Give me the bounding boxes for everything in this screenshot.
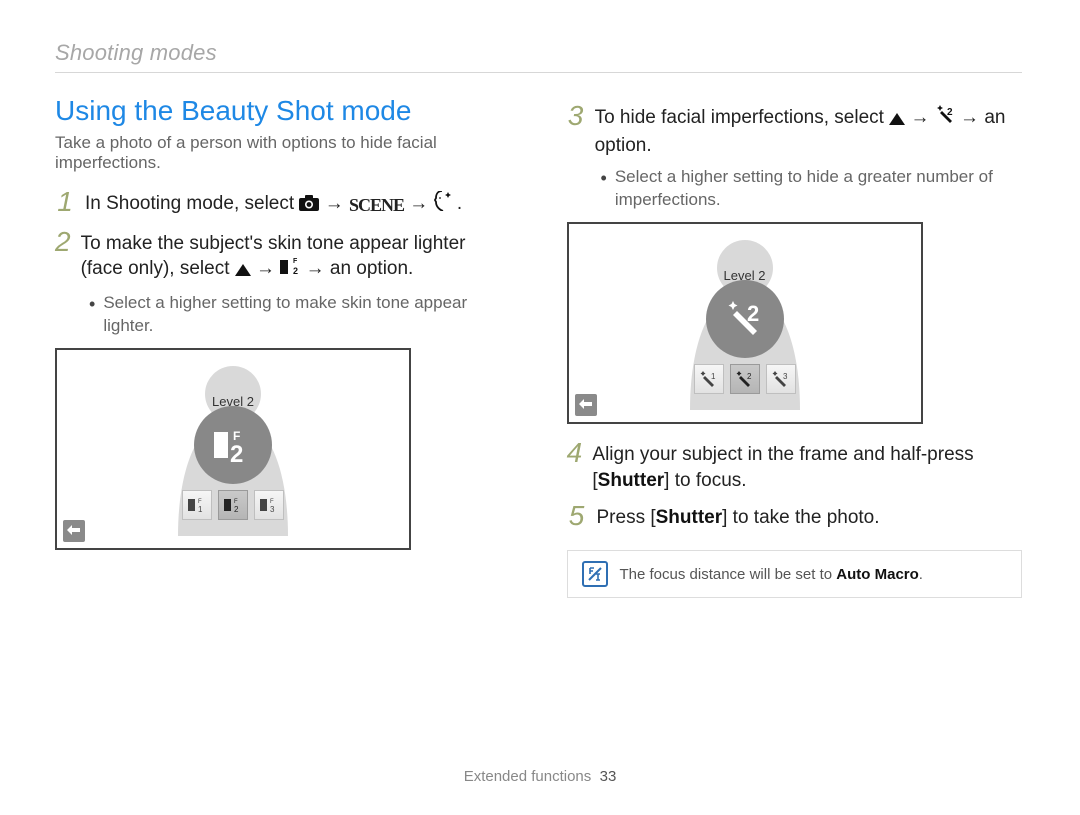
- step-4: 4 Align your subject in the frame and ha…: [567, 438, 1023, 493]
- scene-icon: SCENE: [349, 193, 404, 217]
- option-row: 1 2 3: [694, 364, 796, 394]
- step-number: 4: [567, 438, 583, 493]
- text: ] to focus.: [664, 470, 746, 491]
- step-number: 5: [567, 501, 587, 532]
- camera-icon: [299, 193, 319, 219]
- text: ] to take the photo.: [722, 507, 879, 528]
- bold-text: Shutter: [598, 470, 665, 491]
- retouch-icon: 2: [935, 105, 955, 133]
- retouch-option-3[interactable]: 3: [766, 364, 796, 394]
- svg-text:2: 2: [947, 107, 953, 118]
- arrow-text: →: [409, 193, 433, 214]
- page-number: 33: [600, 768, 617, 785]
- text: → an option.: [306, 258, 414, 279]
- page-footer: Extended functions 33: [0, 768, 1080, 785]
- text: Press [: [597, 507, 656, 528]
- svg-text:1: 1: [198, 505, 203, 513]
- bullet-icon: [89, 292, 95, 338]
- step-5: 5 Press [Shutter] to take the photo.: [567, 501, 1023, 532]
- svg-text:F: F: [293, 258, 298, 265]
- divider: [55, 72, 1022, 73]
- arrow-text: →: [256, 258, 280, 279]
- step-1: 1 In Shooting mode, select → SCENE → .: [55, 187, 511, 219]
- step-number: 2: [55, 227, 71, 284]
- text: In Shooting mode, select: [85, 193, 299, 214]
- level-label: Level 2: [724, 268, 766, 283]
- svg-text:1: 1: [711, 372, 716, 381]
- step-number: 1: [55, 187, 75, 219]
- step-body: To hide facial imperfections, select → 2…: [595, 101, 1022, 158]
- page-title: Using the Beauty Shot mode: [55, 95, 511, 127]
- selection-circle-icon: F 2: [194, 406, 272, 484]
- step-3: 3 To hide facial imperfections, select →…: [567, 101, 1023, 158]
- text: The focus distance will be set to: [620, 566, 837, 583]
- up-triangle-icon: [235, 258, 251, 284]
- screenshot-retouch: Level 2 2 1 2 3: [567, 222, 923, 424]
- text: To hide facial imperfections, select: [595, 107, 890, 128]
- svg-text:2: 2: [747, 301, 759, 326]
- svg-text:3: 3: [783, 372, 788, 381]
- svg-text:3: 3: [270, 505, 275, 513]
- back-button[interactable]: [575, 394, 597, 416]
- face-tone-icon: F2: [280, 258, 300, 284]
- level-label: Level 2: [212, 394, 254, 409]
- step-body: Align your subject in the frame and half…: [592, 438, 1022, 493]
- step-2: 2 To make the subject's skin tone appear…: [55, 227, 511, 284]
- step-body: To make the subject's skin tone appear l…: [81, 227, 511, 284]
- face-tone-option-3[interactable]: F3: [254, 490, 284, 520]
- option-row: F1 F2 F3: [182, 490, 284, 520]
- arrow-text: →: [325, 193, 349, 214]
- bullet-text: Select a higher setting to hide a greate…: [615, 166, 1022, 212]
- two-column-layout: Using the Beauty Shot mode Take a photo …: [55, 95, 1022, 598]
- left-column: Using the Beauty Shot mode Take a photo …: [55, 95, 511, 598]
- footer-label: Extended functions: [464, 768, 592, 785]
- face-tone-option-2[interactable]: F2: [218, 490, 248, 520]
- section-label: Shooting modes: [55, 40, 1022, 66]
- note-text: The focus distance will be set to Auto M…: [620, 566, 923, 583]
- lead-text: Take a photo of a person with options to…: [55, 133, 511, 173]
- bullet-icon: [601, 166, 607, 212]
- right-column: 3 To hide facial imperfections, select →…: [567, 95, 1023, 598]
- face-tone-option-1[interactable]: F1: [182, 490, 212, 520]
- svg-text:2: 2: [747, 372, 752, 381]
- note-box: The focus distance will be set to Auto M…: [567, 550, 1023, 598]
- step-number: 3: [567, 101, 585, 158]
- bullet-text: Select a higher setting to make skin ton…: [103, 292, 510, 338]
- screenshot-face-tone: Level 2 F 2 F1 F2 F3: [55, 348, 411, 550]
- svg-text:2: 2: [230, 441, 243, 466]
- back-button[interactable]: [63, 520, 85, 542]
- selection-circle-icon: 2: [706, 280, 784, 358]
- beauty-shot-icon: [434, 191, 452, 219]
- up-triangle-icon: [889, 107, 905, 133]
- bold-text: Auto Macro: [836, 566, 919, 583]
- svg-text:2: 2: [234, 505, 239, 513]
- step-body: In Shooting mode, select → SCENE → .: [85, 187, 462, 219]
- step-2-bullet: Select a higher setting to make skin ton…: [89, 292, 511, 338]
- retouch-option-2[interactable]: 2: [730, 364, 760, 394]
- note-icon: [582, 561, 608, 587]
- text: .: [457, 193, 462, 214]
- svg-text:2: 2: [293, 266, 298, 276]
- retouch-option-1[interactable]: 1: [694, 364, 724, 394]
- step-3-bullet: Select a higher setting to hide a greate…: [601, 166, 1023, 212]
- bold-text: Shutter: [656, 507, 723, 528]
- step-body: Press [Shutter] to take the photo.: [597, 501, 880, 532]
- text: .: [919, 566, 923, 583]
- arrow-text: →: [910, 107, 934, 128]
